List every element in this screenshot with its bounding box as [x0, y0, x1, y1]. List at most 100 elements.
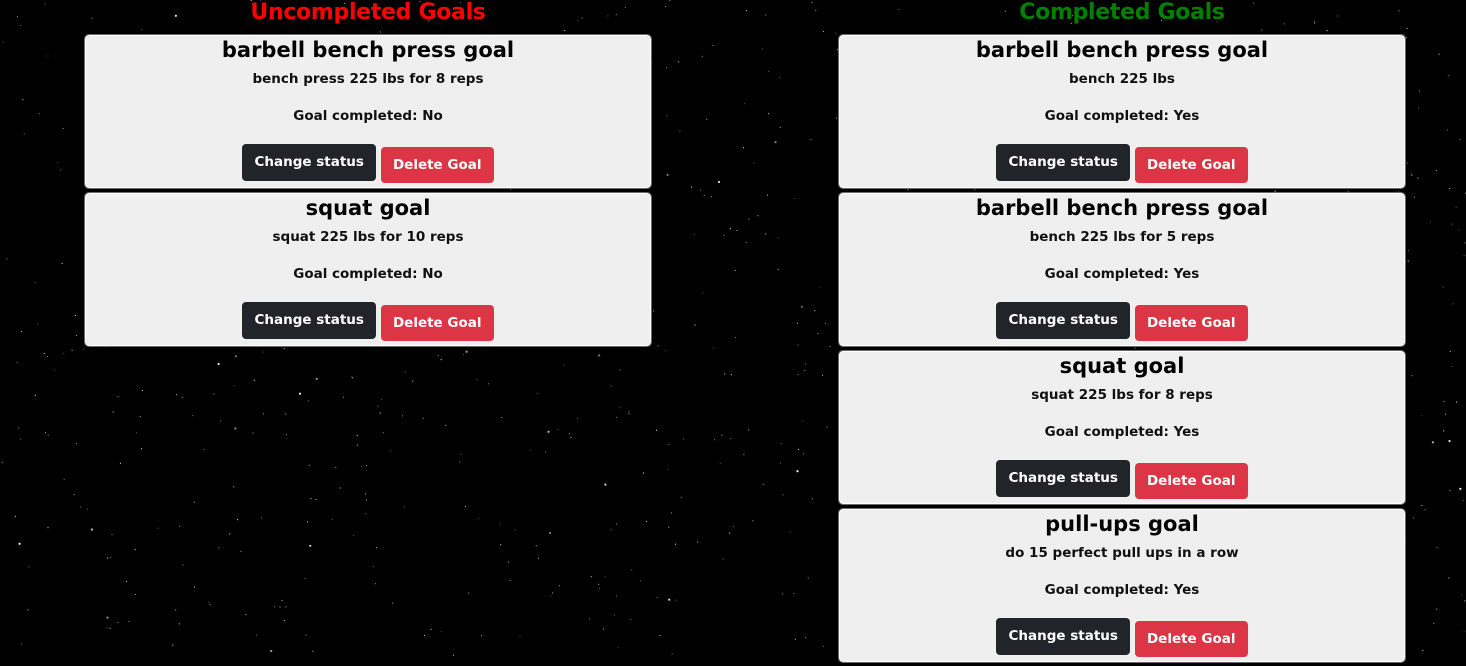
- star: [488, 383, 490, 385]
- star: [20, 643, 22, 645]
- star: [589, 618, 591, 620]
- star: [476, 379, 478, 381]
- star: [598, 587, 601, 589]
- star: [1411, 173, 1413, 175]
- star: [478, 518, 480, 520]
- star: [1447, 75, 1449, 77]
- star: [651, 62, 653, 64]
- star: [194, 586, 196, 588]
- star: [1405, 37, 1407, 39]
- star: [646, 520, 648, 522]
- star: [1464, 242, 1466, 244]
- star: [279, 606, 281, 608]
- star: [430, 628, 432, 630]
- star: [616, 523, 618, 525]
- star: [777, 268, 779, 271]
- star: [285, 413, 287, 415]
- goal-actions: Change status Delete Goal: [840, 144, 1404, 183]
- star: [1422, 650, 1424, 652]
- star: [315, 377, 318, 380]
- star: [335, 466, 337, 468]
- star: [668, 526, 670, 528]
- star: [6, 258, 8, 260]
- goal-status: Goal completed: Yes: [1044, 424, 1200, 440]
- star: [61, 263, 63, 265]
- star: [298, 392, 302, 395]
- change-status-button[interactable]: Change status: [996, 144, 1130, 181]
- star: [1407, 260, 1409, 262]
- delete-goal-button[interactable]: Delete Goal: [380, 305, 494, 341]
- change-status-button[interactable]: Change status: [996, 302, 1130, 339]
- star: [117, 621, 119, 623]
- star: [1463, 255, 1465, 257]
- star: [550, 595, 552, 597]
- star: [702, 292, 704, 294]
- star: [356, 444, 358, 446]
- goal-status: Goal completed: No: [293, 108, 443, 124]
- star: [14, 515, 16, 517]
- delete-goal-button[interactable]: Delete Goal: [1134, 305, 1248, 341]
- star: [106, 557, 108, 559]
- change-status-button[interactable]: Change status: [996, 460, 1130, 497]
- star: [671, 653, 673, 655]
- delete-goal-button[interactable]: Delete Goal: [1134, 463, 1248, 499]
- star: [1459, 139, 1461, 141]
- goal-card: squat goal squat 225 lbs for 10 reps Goa…: [84, 192, 652, 347]
- star: [570, 437, 572, 439]
- goal-status: Goal completed: Yes: [1044, 108, 1200, 124]
- change-status-button[interactable]: Change status: [242, 302, 376, 339]
- star: [245, 614, 247, 616]
- change-status-button[interactable]: Change status: [996, 618, 1130, 655]
- completed-goals-column: Completed Goals barbell bench press goal…: [838, 0, 1406, 666]
- star: [80, 506, 82, 508]
- star: [20, 438, 22, 440]
- star: [262, 413, 265, 415]
- star: [619, 369, 621, 371]
- star: [465, 350, 468, 353]
- goal-description: bench 225 lbs: [1069, 71, 1175, 87]
- star: [1406, 28, 1408, 30]
- star: [1, 461, 3, 463]
- star: [366, 465, 368, 467]
- star: [54, 369, 56, 371]
- star: [713, 346, 715, 348]
- star: [793, 593, 795, 595]
- star: [71, 349, 73, 351]
- star: [796, 470, 799, 473]
- star: [548, 531, 552, 535]
- delete-goal-button[interactable]: Delete Goal: [380, 147, 494, 183]
- star: [680, 496, 682, 498]
- delete-goal-button[interactable]: Delete Goal: [1134, 147, 1248, 183]
- star: [693, 233, 695, 235]
- star: [47, 434, 49, 436]
- goal-title: barbell bench press goal: [221, 38, 515, 62]
- star: [815, 9, 817, 11]
- star: [1446, 129, 1449, 131]
- star: [765, 14, 767, 16]
- star: [379, 412, 381, 414]
- star: [284, 412, 286, 414]
- star: [804, 370, 806, 372]
- star: [545, 451, 547, 453]
- star: [628, 412, 630, 414]
- star: [677, 61, 679, 63]
- star: [766, 194, 769, 196]
- change-status-button[interactable]: Change status: [242, 144, 376, 181]
- star: [1442, 286, 1444, 288]
- delete-goal-button[interactable]: Delete Goal: [1134, 621, 1248, 657]
- star: [1443, 400, 1445, 403]
- star: [1421, 504, 1423, 507]
- star: [779, 462, 782, 464]
- star: [537, 557, 539, 559]
- star: [664, 5, 667, 8]
- star: [422, 417, 424, 419]
- star: [351, 376, 353, 378]
- star: [768, 70, 770, 72]
- star: [179, 525, 181, 527]
- star: [1448, 439, 1451, 443]
- star: [107, 627, 109, 629]
- star: [111, 534, 113, 536]
- star: [563, 364, 565, 366]
- star: [1438, 53, 1440, 55]
- star: [22, 99, 24, 101]
